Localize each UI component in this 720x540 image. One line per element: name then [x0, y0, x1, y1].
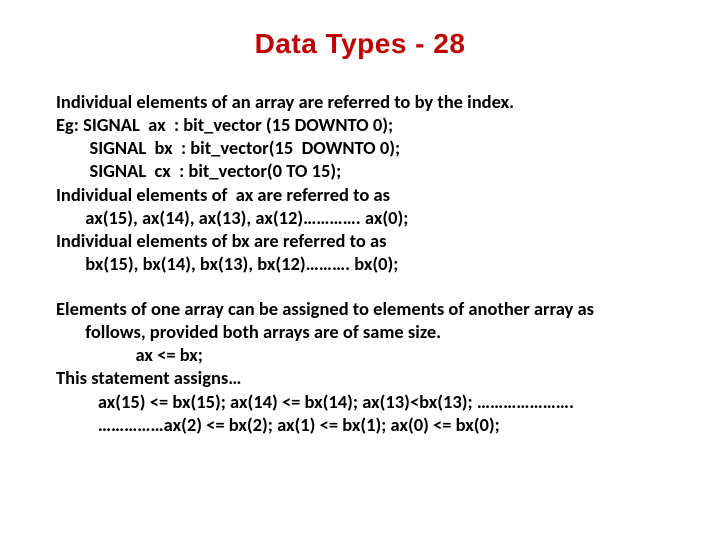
- body-line: Individual elements of an array are refe…: [56, 90, 664, 113]
- body-line: bx(15), bx(14), bx(13), bx(12)………. bx(0)…: [56, 252, 664, 275]
- body-line: ax(15) <= bx(15); ax(14) <= bx(14); ax(1…: [56, 390, 664, 413]
- slide-body: Individual elements of an array are refe…: [56, 90, 664, 436]
- body-line: Individual elements of bx are referred t…: [56, 229, 664, 252]
- body-line: SIGNAL bx : bit_vector(15 DOWNTO 0);: [56, 136, 664, 159]
- body-line: ……………ax(2) <= bx(2); ax(1) <= bx(1); ax(…: [56, 413, 664, 436]
- body-line: follows, provided both arrays are of sam…: [56, 320, 664, 343]
- body-line: SIGNAL cx : bit_vector(0 TO 15);: [56, 159, 664, 182]
- paragraph-gap: [56, 275, 664, 297]
- slide-title: Data Types - 28: [56, 28, 664, 60]
- body-line: ax <= bx;: [56, 343, 664, 366]
- body-line: Elements of one array can be assigned to…: [56, 297, 664, 320]
- body-line: Eg: SIGNAL ax : bit_vector (15 DOWNTO 0)…: [56, 113, 664, 136]
- body-line: Individual elements of ax are referred t…: [56, 183, 664, 206]
- body-line: ax(15), ax(14), ax(13), ax(12)…………. ax(0…: [56, 206, 664, 229]
- slide: Data Types - 28 Individual elements of a…: [0, 0, 720, 540]
- body-line: This statement assigns…: [56, 366, 664, 389]
